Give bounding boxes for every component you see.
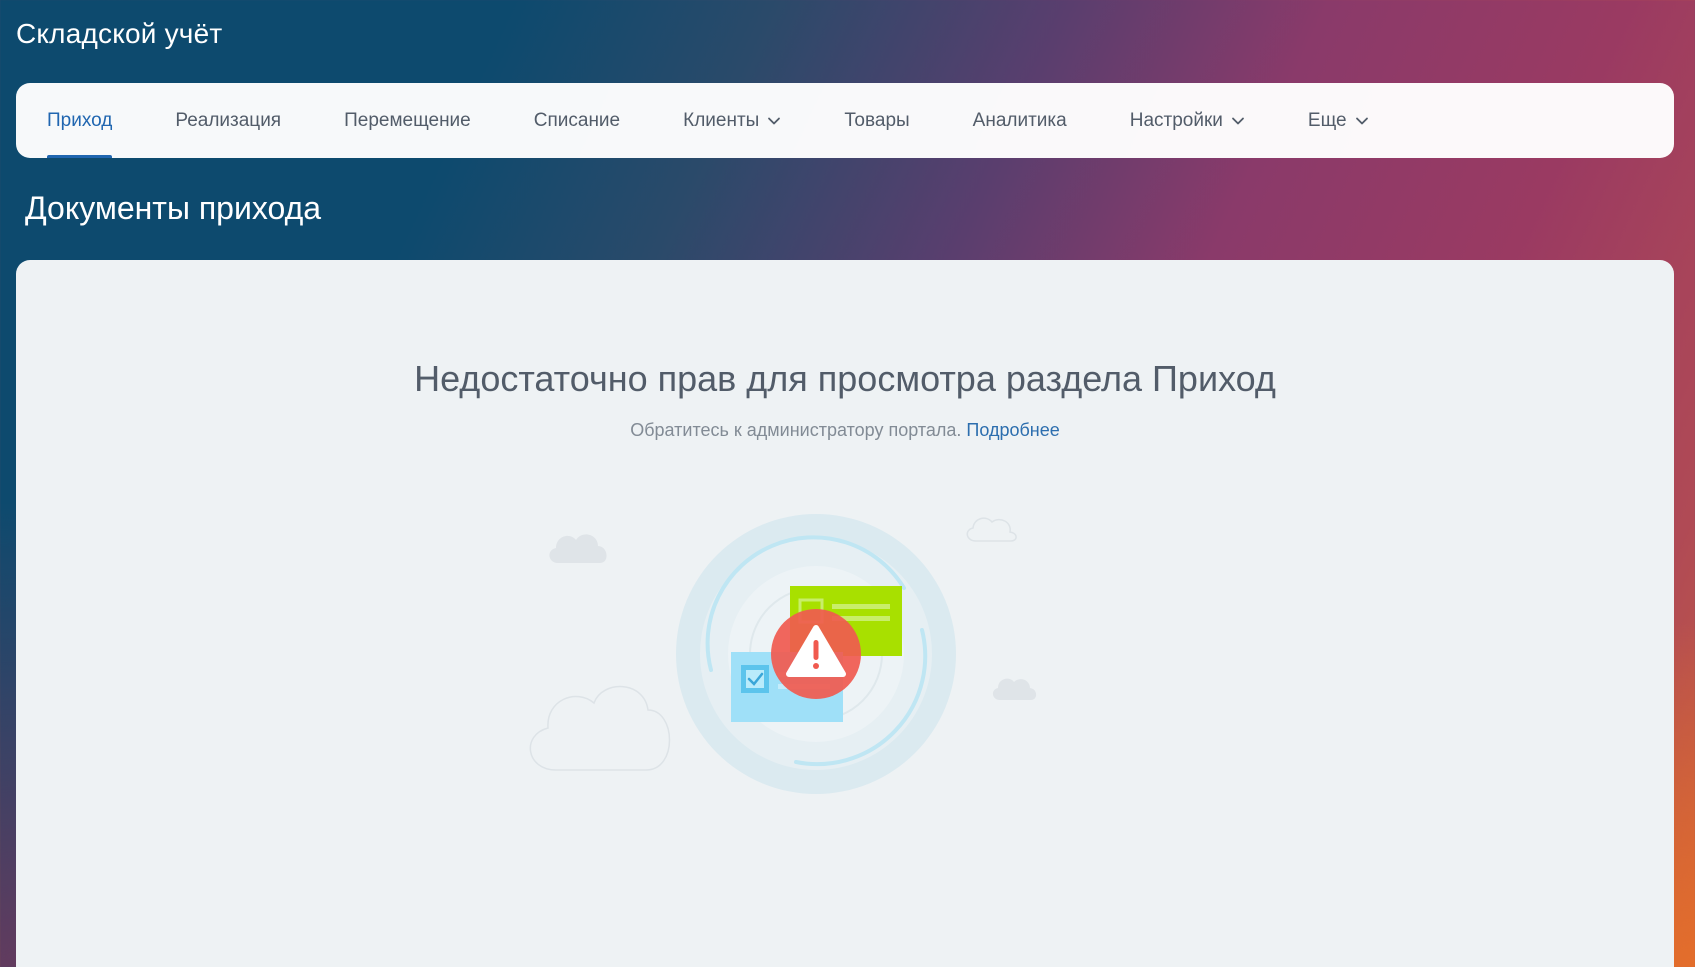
content-panel: Недостаточно прав для просмотра раздела … [16,260,1674,967]
cloud-icon [966,517,1017,542]
access-denied-illustration [529,514,1037,794]
page-title: Документы прихода [25,190,322,226]
checkbox-icon [741,665,769,693]
chevron-down-icon [1355,117,1368,124]
cloud-icon [549,534,607,563]
nav-item-label: Товары [844,109,910,131]
app-title: Складской учёт [16,18,223,49]
chevron-down-icon [1231,117,1244,124]
cloud-icon [529,685,671,771]
nav-item-clients[interactable]: Клиенты [683,83,781,158]
more-info-link[interactable]: Подробнее [966,420,1059,440]
nav-item-settings[interactable]: Настройки [1130,83,1245,158]
warning-icon [771,609,861,699]
nav-item-label: Настройки [1129,109,1223,131]
nav-item-label: Списание [533,109,621,131]
top-navigation: Приход Реализация Перемещение Списание К… [16,83,1674,158]
chevron-down-icon [768,117,781,124]
nav-item-products[interactable]: Товары [844,83,909,158]
access-denied-text: Обратитесь к администратору портала. [630,420,962,440]
nav-item-label: Аналитика [972,109,1067,131]
nav-item-incoming[interactable]: Приход [47,83,113,158]
access-denied-title: Недостаточно прав для просмотра раздела … [414,358,1276,399]
nav-item-writeoff[interactable]: Списание [534,83,620,158]
nav-item-label: Реализация [175,109,282,131]
nav-item-analytics[interactable]: Аналитика [973,83,1067,158]
access-denied-subtitle: Обратитесь к администратору портала. Под… [16,420,1674,441]
nav-item-transfer[interactable]: Перемещение [344,83,471,158]
nav-item-label: Перемещение [344,109,471,131]
nav-item-more[interactable]: Еще [1308,83,1369,158]
nav-item-label: Приход [47,109,113,131]
nav-item-label: Клиенты [683,109,760,131]
nav-item-label: Еще [1307,109,1347,131]
cloud-icon [992,678,1037,700]
nav-item-sales[interactable]: Реализация [175,83,281,158]
